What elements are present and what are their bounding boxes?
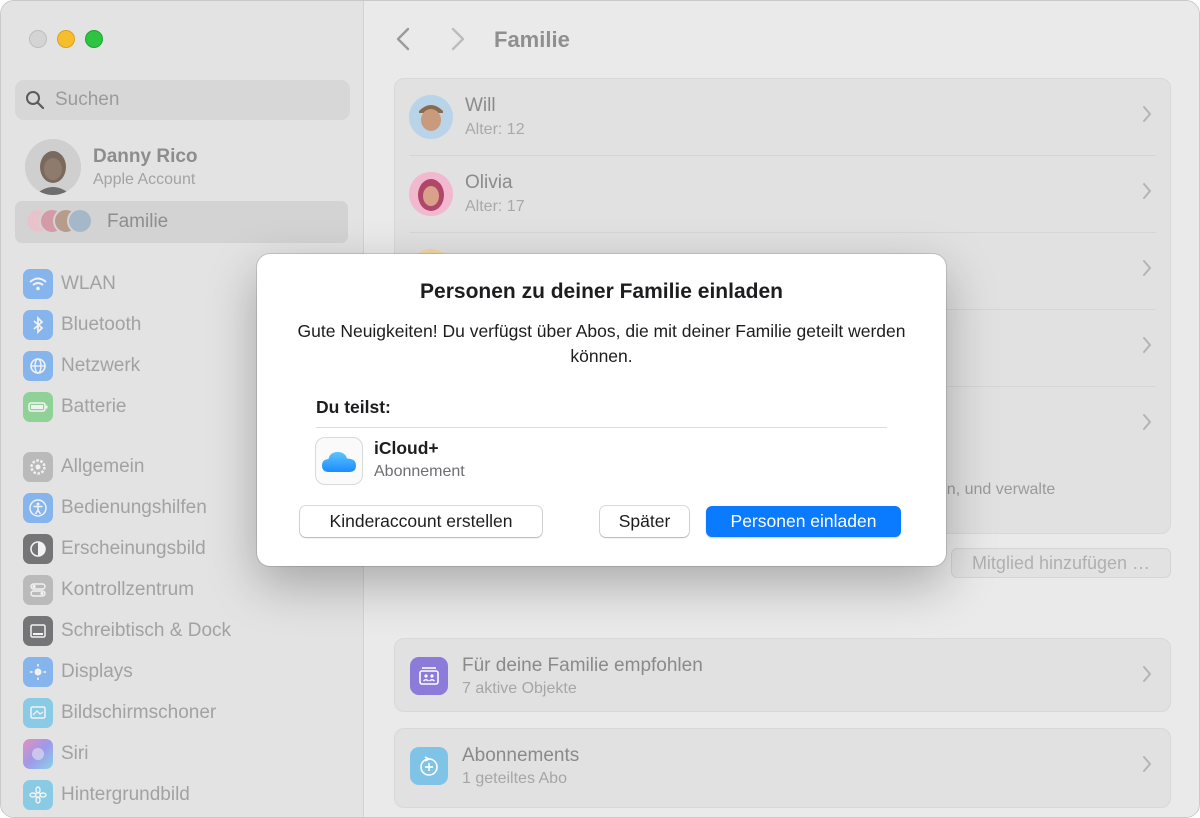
screensaver-icon (23, 697, 53, 728)
chevron-right-icon (1142, 180, 1152, 206)
sidebar-item-label: Bluetooth (61, 313, 142, 335)
add-member-button[interactable]: Mitglied hinzufügen … (951, 548, 1171, 578)
sidebar-item-kontrollzentrum[interactable]: Kontrollzentrum (23, 569, 353, 610)
accessibility-icon (23, 492, 53, 523)
avatar (409, 172, 453, 216)
member-name: Olivia (465, 172, 513, 193)
sidebar-item-displays[interactable]: Displays (23, 651, 353, 692)
sidebar-item-label: Schreibtisch & Dock (61, 619, 232, 641)
globe-icon (23, 350, 53, 381)
chevron-right-icon (1142, 334, 1152, 360)
list-item[interactable]: Olivia Alter: 17 (409, 156, 1156, 233)
window-controls (29, 30, 103, 48)
sidebar-item-siri[interactable]: Siri (23, 733, 353, 774)
apple-account-item[interactable]: Danny Rico Apple Account (25, 139, 198, 195)
search-icon (26, 91, 45, 110)
member-age: Alter: 17 (465, 198, 525, 215)
siri-icon (23, 738, 53, 769)
subscriptions-icon (410, 747, 448, 785)
avatar (409, 95, 453, 139)
forward-button[interactable] (450, 26, 466, 59)
subscriptions-title: Abonnements (462, 745, 580, 766)
invite-family-dialog: Personen zu deiner Familie einladen Gute… (257, 254, 946, 566)
maximize-window-button[interactable] (85, 30, 103, 48)
chevron-left-icon (396, 27, 410, 51)
back-button[interactable] (395, 26, 411, 59)
account-subtitle: Apple Account (93, 170, 196, 188)
sidebar-item-hintergrundbild[interactable]: Hintergrundbild (23, 774, 353, 815)
avatar (25, 139, 81, 195)
sidebar-item-label: Bildschirmschoner (61, 701, 217, 723)
wallpaper-icon (23, 779, 53, 810)
icloud-icon (315, 437, 363, 485)
search-placeholder: Suchen (55, 89, 120, 110)
sidebar-item-label: Siri (61, 742, 89, 764)
member-name: Will (465, 95, 496, 116)
wifi-icon (23, 268, 53, 299)
account-name: Danny Rico (93, 145, 198, 167)
list-item[interactable]: Will Alter: 12 (409, 79, 1156, 156)
subscriptions-subtitle: 1 geteiltes Abo (462, 770, 567, 787)
sidebar-item-label: Allgemein (61, 455, 145, 477)
later-button[interactable]: Später (600, 506, 689, 537)
recommended-subtitle: 7 aktive Objekte (462, 680, 577, 697)
gear-icon (23, 451, 53, 482)
sidebar-item-schreibtisch-dock[interactable]: Schreibtisch & Dock (23, 610, 353, 651)
control-center-icon (23, 574, 53, 605)
dialog-message: Gute Neuigkeiten! Du verfügst über Abos,… (297, 321, 906, 366)
sidebar-item-familie[interactable]: Familie (15, 201, 348, 243)
close-window-button[interactable] (29, 30, 47, 48)
dialog-title: Personen zu deiner Familie einladen (420, 280, 783, 303)
sidebar-item-label: Hintergrundbild (61, 783, 190, 805)
invite-people-button[interactable]: Personen einladen (706, 506, 901, 537)
family-avatars (25, 207, 105, 237)
recommended-title: Für deine Familie empfohlen (462, 655, 703, 676)
settings-window: Suchen Danny Rico Apple Account Familie … (0, 0, 1200, 818)
divider (316, 427, 887, 428)
sidebar-item-label: Batterie (61, 395, 127, 417)
appearance-icon (23, 533, 53, 564)
chevron-right-icon (1142, 257, 1152, 283)
recommended-for-family-item[interactable]: Für deine Familie empfohlen 7 aktive Obj… (394, 638, 1171, 712)
avatar (67, 208, 93, 234)
bluetooth-icon (23, 309, 53, 340)
sidebar-item-label: WLAN (61, 272, 116, 294)
subscriptions-item[interactable]: Abonnements 1 geteiltes Abo (394, 728, 1171, 808)
displays-icon (23, 656, 53, 687)
chevron-right-icon (1142, 663, 1152, 689)
chevron-right-icon (1142, 411, 1152, 437)
chevron-right-icon (451, 27, 465, 51)
sidebar-item-label: Bedienungshilfen (61, 496, 207, 518)
search-input[interactable]: Suchen (15, 80, 350, 120)
create-child-account-button[interactable]: Kinderaccount erstellen (300, 506, 542, 537)
page-title: Familie (494, 27, 570, 52)
sidebar-item-label: Familie (107, 211, 169, 232)
chevron-right-icon (1142, 753, 1152, 779)
family-recommended-icon (410, 657, 448, 695)
sharing-label: Du teilst: (316, 397, 391, 417)
sidebar-item-label: Kontrollzentrum (61, 578, 195, 600)
dock-icon (23, 615, 53, 646)
member-age: Alter: 12 (465, 121, 525, 138)
minimize-window-button[interactable] (57, 30, 75, 48)
shared-item-name: iCloud+ (374, 438, 439, 458)
sidebar-item-bildschirmschoner[interactable]: Bildschirmschoner (23, 692, 353, 733)
shared-item-subtitle: Abonnement (374, 463, 465, 480)
sidebar-item-label: Netzwerk (61, 354, 141, 376)
sidebar-item-label: Displays (61, 660, 133, 682)
family-info-text: nen, und verwalte (929, 481, 1056, 498)
chevron-right-icon (1142, 103, 1152, 129)
battery-icon (23, 391, 53, 422)
sidebar-item-label: Erscheinungsbild (61, 537, 206, 559)
